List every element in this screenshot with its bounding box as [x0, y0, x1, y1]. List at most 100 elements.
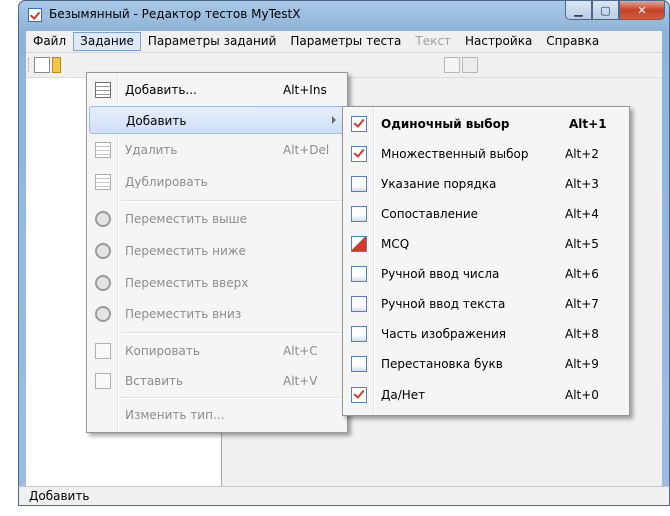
menu-settings[interactable]: Настройка [458, 32, 539, 51]
menu-bar: Файл Задание Параметры заданий Параметры… [26, 31, 662, 53]
menu-item-delete[interactable]: Удалить Alt+Del [89, 136, 345, 164]
task-menu: Добавить... Alt+Ins Добавить Удалить Alt… [86, 72, 348, 433]
menu-item-shortcut: Alt+8 [565, 327, 599, 341]
menu-text[interactable]: Текст [408, 32, 458, 51]
menu-item-label: Множественный выбор [381, 147, 529, 161]
menu-item-label: Удалить [125, 143, 178, 157]
menu-item-paste[interactable]: Вставить Alt+V [89, 367, 345, 395]
mcq-icon [351, 236, 367, 252]
menu-item-shortcut: Alt+4 [565, 207, 599, 221]
submenu-item-number-input[interactable]: Ручной ввод числа Alt+6 [345, 260, 627, 288]
yes-no-icon [351, 387, 367, 403]
add-task-icon [95, 82, 111, 98]
menu-item-shortcut: Alt+Del [283, 143, 330, 157]
add-submenu: Одиночный выбор Alt+1 Множественный выбо… [342, 106, 630, 416]
submenu-item-single-choice[interactable]: Одиночный выбор Alt+1 [345, 110, 627, 138]
submenu-arrow-icon [332, 116, 336, 124]
menu-item-label: Да/Нет [381, 388, 426, 402]
menu-item-shortcut: Alt+V [283, 374, 318, 388]
menu-item-label: MCQ [381, 237, 410, 251]
menu-item-label: Дублировать [125, 175, 208, 189]
menu-item-label: Одиночный выбор [381, 117, 510, 131]
window-title: Безымянный - Редактор тестов MyTestX [49, 7, 301, 21]
menu-separator [121, 397, 343, 399]
submenu-item-mcq[interactable]: MCQ Alt+5 [345, 230, 627, 258]
menu-item-shortcut: Alt+7 [565, 297, 599, 311]
minimize-button[interactable]: ▁ [565, 1, 592, 20]
image-part-icon [351, 326, 367, 342]
close-button[interactable]: ✕ [619, 1, 665, 20]
menu-test-params[interactable]: Параметры теста [283, 32, 408, 51]
matching-icon [351, 206, 367, 222]
menu-item-label: Указание порядка [381, 177, 497, 191]
menu-item-add-dialog[interactable]: Добавить... Alt+Ins [89, 76, 345, 104]
submenu-item-letter-permutation[interactable]: Перестановка букв Alt+9 [345, 350, 627, 378]
menu-item-shortcut: Alt+Ins [283, 83, 327, 97]
menu-item-move-bottom[interactable]: Переместить вниз [89, 300, 345, 328]
menu-separator [121, 332, 343, 334]
open-folder-icon[interactable] [52, 57, 61, 73]
submenu-item-yes-no[interactable]: Да/Нет Alt+0 [345, 381, 627, 409]
delete-task-icon [95, 142, 111, 158]
menu-item-shortcut: Alt+0 [565, 388, 599, 402]
menu-item-label: Добавить... [125, 83, 197, 97]
paste-icon [95, 373, 111, 389]
text-input-icon [351, 296, 367, 312]
menu-item-shortcut: Alt+1 [569, 117, 607, 131]
number-input-icon [351, 266, 367, 282]
menu-item-label: Вставить [125, 374, 184, 388]
menu-item-label: Изменить тип... [125, 408, 225, 422]
menu-item-shortcut: Alt+5 [565, 237, 599, 251]
menu-item-label: Переместить вверх [125, 276, 249, 290]
menu-item-change-type[interactable]: Изменить тип... [89, 401, 345, 429]
submenu-item-multiple-choice[interactable]: Множественный выбор Alt+2 [345, 140, 627, 168]
new-file-icon[interactable] [34, 57, 50, 73]
menu-item-add-submenu[interactable]: Добавить [89, 106, 345, 134]
menu-item-copy[interactable]: Копировать Alt+C [89, 337, 345, 365]
menu-item-shortcut: Alt+9 [565, 357, 599, 371]
maximize-button[interactable]: ▢ [592, 1, 619, 20]
caption-buttons: ▁ ▢ ✕ [565, 1, 665, 21]
menu-item-move-up[interactable]: Переместить выше [89, 205, 345, 233]
menu-item-label: Переместить вниз [125, 307, 242, 321]
move-top-icon [95, 275, 111, 291]
multiple-choice-icon [351, 146, 367, 162]
menu-file[interactable]: Файл [26, 32, 73, 51]
menu-item-label: Ручной ввод числа [381, 267, 500, 281]
menu-item-label: Часть изображения [381, 327, 507, 341]
ordering-icon [351, 176, 367, 192]
menu-item-label: Ручной ввод текста [381, 297, 506, 311]
copy-toolbar-icon[interactable] [444, 57, 460, 73]
move-down-icon [95, 243, 111, 259]
menu-task-params[interactable]: Параметры заданий [141, 32, 284, 51]
copy-icon [95, 343, 111, 359]
title-bar[interactable]: Безымянный - Редактор тестов MyTestX ▁ ▢… [19, 1, 669, 29]
menu-item-move-down[interactable]: Переместить ниже [89, 237, 345, 265]
status-text: Добавить [29, 489, 90, 503]
status-bar: Добавить [19, 486, 669, 505]
menu-help[interactable]: Справка [539, 32, 606, 51]
submenu-item-matching[interactable]: Сопоставление Alt+4 [345, 200, 627, 228]
app-icon[interactable] [28, 8, 42, 22]
menu-item-label: Переместить выше [125, 212, 248, 226]
menu-item-move-top[interactable]: Переместить вверх [89, 269, 345, 297]
menu-item-shortcut: Alt+2 [565, 147, 599, 161]
menu-item-label: Добавить [126, 114, 187, 128]
submenu-item-text-input[interactable]: Ручной ввод текста Alt+7 [345, 290, 627, 318]
duplicate-task-icon [95, 174, 111, 190]
paste-toolbar-icon[interactable] [462, 57, 478, 73]
toolbar-grip[interactable] [28, 58, 32, 72]
move-bottom-icon [95, 306, 111, 322]
menu-item-duplicate[interactable]: Дублировать [89, 168, 345, 196]
menu-item-label: Сопоставление [381, 207, 479, 221]
move-up-icon [95, 211, 111, 227]
letter-permutation-icon [351, 356, 367, 372]
menu-task[interactable]: Задание [73, 32, 141, 51]
submenu-item-image-part[interactable]: Часть изображения Alt+8 [345, 320, 627, 348]
single-choice-icon [351, 116, 367, 132]
menu-item-shortcut: Alt+C [283, 344, 318, 358]
submenu-item-ordering[interactable]: Указание порядка Alt+3 [345, 170, 627, 198]
menu-item-label: Копировать [125, 344, 200, 358]
menu-item-shortcut: Alt+3 [565, 177, 599, 191]
menu-item-shortcut: Alt+6 [565, 267, 599, 281]
